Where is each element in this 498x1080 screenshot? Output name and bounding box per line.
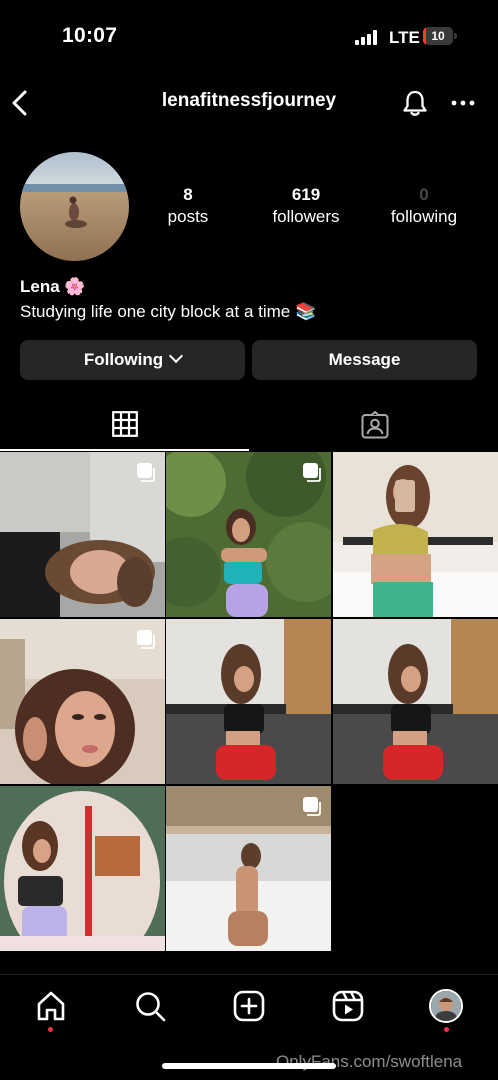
profile-display-name: Lena 🌸	[20, 277, 86, 296]
chevron-down-icon	[169, 348, 184, 364]
status-time: 10:07	[62, 24, 118, 47]
carousel-icon	[137, 630, 155, 649]
followers-label: followers	[272, 207, 340, 226]
battery-level: 10	[431, 29, 445, 43]
message-button[interactable]: Message	[252, 340, 477, 380]
search-icon[interactable]	[133, 989, 167, 1023]
status-bar: 10:07 LTE 10	[0, 0, 498, 72]
grid-icon	[112, 411, 138, 437]
following-count[interactable]: 0 following	[369, 184, 479, 228]
posts-count[interactable]: 8 posts	[133, 184, 243, 228]
carousel-icon	[137, 463, 155, 482]
post-thumbnail[interactable]	[0, 452, 165, 617]
more-icon[interactable]	[448, 88, 478, 118]
posts-label: posts	[167, 207, 209, 226]
bell-icon[interactable]	[400, 88, 430, 118]
active-tab-indicator	[0, 449, 249, 451]
tab-tagged[interactable]	[249, 403, 498, 451]
post-thumbnail[interactable]	[166, 452, 331, 617]
followers-count[interactable]: 619 followers	[251, 184, 361, 228]
following-button-label: Following	[83, 350, 164, 369]
post-thumbnail[interactable]	[166, 619, 331, 784]
profile-tabs	[0, 403, 498, 451]
posts-value: 8	[183, 185, 193, 204]
post-thumbnail[interactable]	[0, 619, 165, 784]
network-label: LTE	[389, 28, 420, 47]
battery-icon: 10	[423, 27, 457, 45]
following-button[interactable]: Following	[20, 340, 245, 380]
reels-icon[interactable]	[331, 989, 365, 1023]
profile-summary: 8 posts 619 followers 0 following	[0, 152, 498, 264]
post-thumbnail[interactable]	[0, 786, 165, 951]
profile-avatar-nav[interactable]	[429, 989, 463, 1023]
following-label: following	[390, 207, 458, 226]
home-icon[interactable]	[34, 989, 68, 1023]
home-indicator[interactable]	[162, 1063, 336, 1069]
post-grid	[0, 452, 498, 952]
followers-value: 619	[291, 185, 321, 204]
notification-dot	[444, 1027, 449, 1032]
following-value: 0	[419, 185, 429, 204]
post-thumbnail[interactable]	[333, 452, 498, 617]
tagged-icon	[361, 411, 389, 439]
bottom-nav	[0, 974, 498, 1036]
message-button-label: Message	[328, 350, 401, 369]
profile-header: lenafitnessfjourney	[0, 80, 498, 126]
create-icon[interactable]	[232, 989, 266, 1023]
watermark: OnlyFans.com/swoftlena	[276, 1052, 463, 1071]
carousel-icon	[303, 463, 321, 482]
back-icon[interactable]	[6, 86, 36, 120]
tab-posts-grid[interactable]	[0, 403, 249, 451]
notification-dot	[48, 1027, 53, 1032]
post-thumbnail[interactable]	[166, 786, 331, 951]
signal-icon	[355, 30, 379, 45]
profile-avatar[interactable]	[20, 152, 129, 261]
post-thumbnail[interactable]	[333, 619, 498, 784]
carousel-icon	[303, 797, 321, 816]
profile-bio: Studying life one city block at a time 📚	[20, 302, 317, 321]
